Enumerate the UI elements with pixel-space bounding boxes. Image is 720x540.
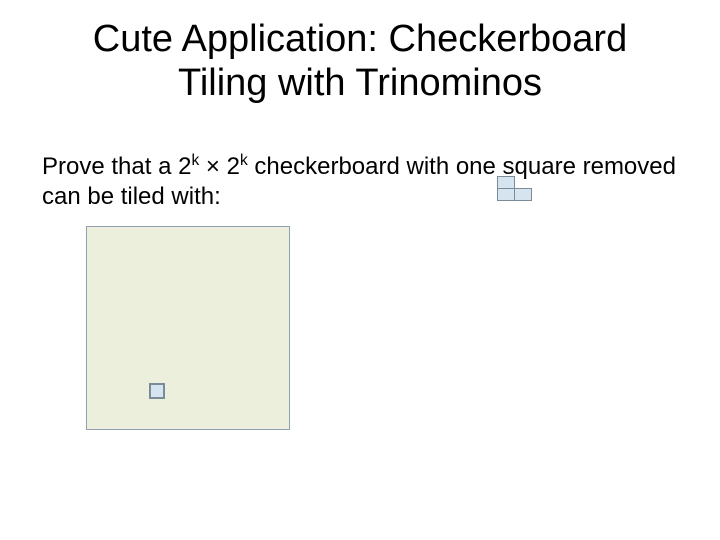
title-line-2: Tiling with Trinominos — [178, 62, 542, 104]
title-line-1: Cute Application: Checkerboard — [93, 18, 627, 60]
slide-title: Cute Application: Checkerboard Tiling wi… — [0, 0, 720, 105]
body-exp-2: k — [240, 152, 248, 169]
trinomino-cell-bottom-right — [514, 188, 532, 201]
body-text: Prove that a 2k × 2k checkerboard with o… — [42, 152, 682, 212]
trinomino-cell-bottom-left — [497, 188, 515, 201]
body-part-1: Prove that a 2 — [42, 153, 191, 180]
body-part-2: × 2 — [199, 153, 240, 180]
removed-square — [149, 383, 165, 399]
trinomino-icon — [497, 176, 535, 202]
checkerboard — [86, 226, 290, 430]
